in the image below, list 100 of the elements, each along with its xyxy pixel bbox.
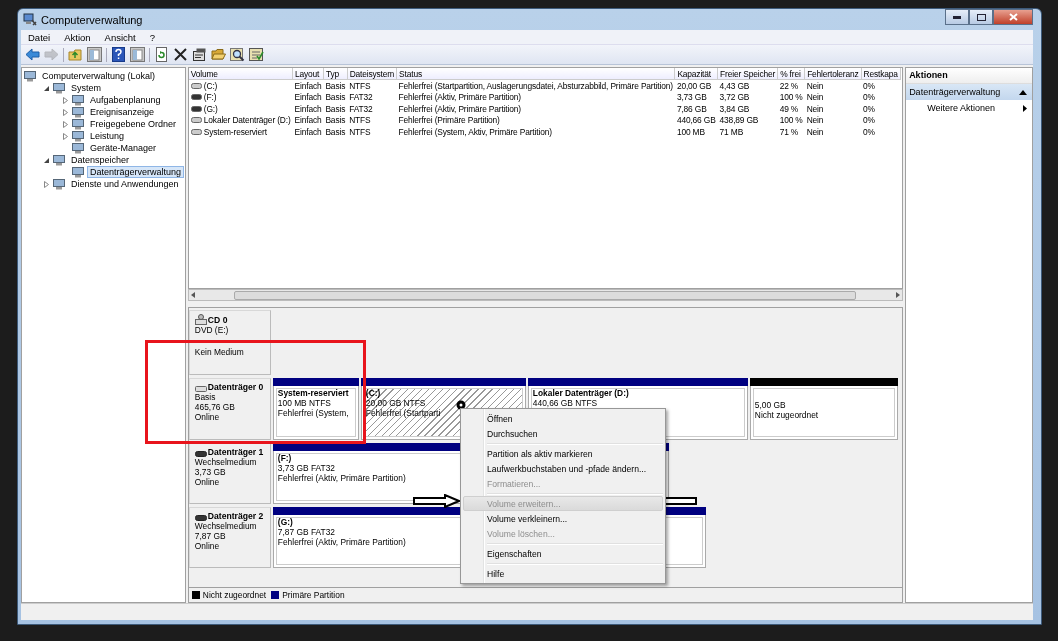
column-header[interactable]: Restkapa — [861, 68, 901, 80]
collapse-icon[interactable] — [1019, 89, 1027, 95]
column-header[interactable]: Dateisystem — [347, 68, 397, 80]
actions-title: Aktionen — [906, 68, 1032, 84]
tree-item[interactable]: Ereignisanzeige — [87, 106, 158, 118]
table-cell-text: Nein — [805, 91, 825, 103]
column-header[interactable]: Typ — [323, 68, 348, 80]
column-header[interactable]: Layout — [292, 68, 324, 80]
tree-item[interactable]: Datenträgerverwaltung — [87, 166, 185, 178]
menu-item[interactable]: ? — [142, 31, 163, 43]
table-cell-text: Nein — [805, 114, 825, 126]
table-cell-text: Einfach — [293, 114, 323, 126]
delete-icon[interactable] — [173, 47, 188, 62]
menu-item[interactable]: Volume verkleinern... — [463, 511, 663, 526]
disk-label[interactable]: Datenträger 1 Wechselmedium 3,73 GB Online — [188, 443, 271, 504]
panel-icon[interactable] — [130, 47, 145, 62]
disk-size: 3,73 GB — [194, 467, 227, 477]
column-header[interactable]: Freier Speicher — [717, 68, 778, 80]
tree-item[interactable]: Computerverwaltung (Lokal) — [39, 70, 159, 82]
disk-label[interactable]: CD 0 DVD (E:) Kein Medium — [188, 310, 271, 375]
table-cell: 22 % — [777, 79, 805, 92]
partition-size: 7,87 GB FAT32 — [277, 527, 335, 537]
table-cell: Fehlerfrei (Startpartition, Auslagerungsdatei, Absturzabbild, Primäre Partition) — [396, 79, 675, 92]
partition-status: Nicht zugeordnet — [754, 410, 819, 420]
tree-item[interactable]: Freigegebene Ordner — [87, 118, 180, 130]
disk-type: Basis — [194, 392, 217, 402]
expander-icon[interactable] — [43, 156, 50, 164]
disk-status: Online — [194, 541, 221, 551]
window-title: Computerverwaltung — [41, 13, 143, 26]
disk-type: DVD (E:) — [194, 325, 230, 335]
partition-status: Fehlerfrei (Aktiv, Primäre Partition) — [277, 537, 406, 547]
partition-size: 5,00 GB — [754, 400, 786, 410]
table-cell: Nein — [804, 79, 862, 92]
column-header[interactable]: % frei — [777, 68, 805, 80]
menu-item[interactable]: Hilfe — [463, 566, 663, 581]
column-header[interactable]: Fehlertoleranz — [804, 68, 862, 80]
partition-size: 3,73 GB FAT32 — [277, 463, 335, 473]
table-cell-text: FAT32 — [348, 103, 374, 115]
menu-item[interactable]: Ansicht — [97, 31, 143, 43]
minimize-button[interactable] — [945, 9, 969, 25]
search-icon[interactable] — [230, 47, 245, 62]
maximize-button[interactable] — [969, 9, 993, 25]
properties-icon[interactable] — [192, 47, 207, 62]
column-header[interactable]: Volume — [188, 68, 293, 80]
section-title: Datenträgerverwaltung — [909, 87, 1001, 97]
disk-size: 7,87 GB — [194, 531, 227, 541]
expander-icon[interactable] — [43, 84, 50, 92]
partition-name: (G:) — [277, 517, 293, 527]
close-button[interactable] — [993, 9, 1033, 25]
scroll-left-icon[interactable] — [190, 292, 196, 298]
back-arrow-icon[interactable] — [25, 47, 40, 62]
table-cell-text: Einfach — [293, 126, 323, 138]
table-cell: Lokaler Datenträger (D:) — [203, 115, 291, 126]
partition-name: Lokaler Datenträger (D:) — [532, 388, 629, 398]
partition-size: 20,00 GB NTFS — [365, 398, 426, 408]
partition-status: Fehlerfrei (Aktiv, Primäre Partition) — [277, 473, 406, 483]
tree-item[interactable]: Aufgabenplanung — [87, 94, 164, 106]
table-cell: 0% — [861, 79, 901, 92]
disk-status: Kein Medium — [194, 347, 245, 357]
table-cell-text: 3,73 GB — [675, 91, 708, 103]
scrollbar-thumb[interactable] — [234, 290, 857, 300]
table-cell-text: 100 % — [778, 91, 804, 103]
folder-icon[interactable] — [211, 47, 226, 62]
tree-item[interactable]: Dienste und Anwendungen — [68, 178, 182, 190]
tree-item[interactable]: Datenspeicher — [68, 154, 133, 166]
menu-item[interactable]: Partition als aktiv markieren — [463, 446, 663, 461]
checklist-icon[interactable] — [249, 47, 264, 62]
drive-icon — [190, 117, 202, 124]
refresh-icon[interactable] — [154, 47, 169, 62]
panel-icon[interactable] — [87, 47, 102, 62]
tree-item[interactable]: Leistung — [87, 130, 128, 142]
menu-item[interactable]: Laufwerkbuchstaben und -pfade ändern... — [463, 461, 663, 476]
menu-item[interactable]: Aktion — [57, 31, 98, 43]
disk-label[interactable]: Datenträger 0 Basis 465,76 GB Online — [188, 378, 271, 440]
disk-type: Wechselmedium — [194, 521, 258, 531]
help-icon[interactable] — [111, 47, 126, 62]
table-cell-text: Einfach — [293, 91, 323, 103]
actions-section[interactable]: Datenträgerverwaltung — [906, 84, 1032, 100]
table-cell-text: Nein — [805, 103, 825, 115]
table-cell-text: 438,89 GB — [718, 114, 760, 126]
table-cell-text: 3,72 GB — [718, 91, 751, 103]
horizontal-scrollbar[interactable] — [187, 289, 904, 301]
disk-status: Online — [194, 477, 221, 487]
table-cell-text: 0% — [862, 91, 876, 103]
table-cell-text: 0% — [862, 126, 876, 138]
partition-name: (F:) — [277, 453, 292, 463]
tree-item[interactable]: Geräte-Manager — [87, 142, 160, 154]
menu-item[interactable]: Eigenschaften — [463, 546, 663, 561]
column-header[interactable]: Status — [396, 68, 675, 80]
disk-label[interactable]: Datenträger 2 Wechselmedium 7,87 GB Online — [188, 507, 271, 568]
table-cell-text: Fehlerfrei (Aktiv, Primäre Partition) — [397, 91, 522, 103]
action-link[interactable]: Weitere Aktionen — [927, 103, 995, 113]
folder-up-icon[interactable] — [68, 47, 83, 62]
menu-item[interactable]: Datei — [21, 31, 58, 43]
table-cell-text: Fehlerfrei (Aktiv, Primäre Partition) — [397, 103, 522, 115]
column-header[interactable]: Kapazität — [674, 68, 718, 80]
tree-item[interactable]: System — [68, 82, 104, 94]
table-cell-text: 0% — [862, 103, 876, 115]
scroll-right-icon[interactable] — [895, 292, 901, 298]
legend-label: Nicht zugeordnet — [202, 590, 267, 600]
